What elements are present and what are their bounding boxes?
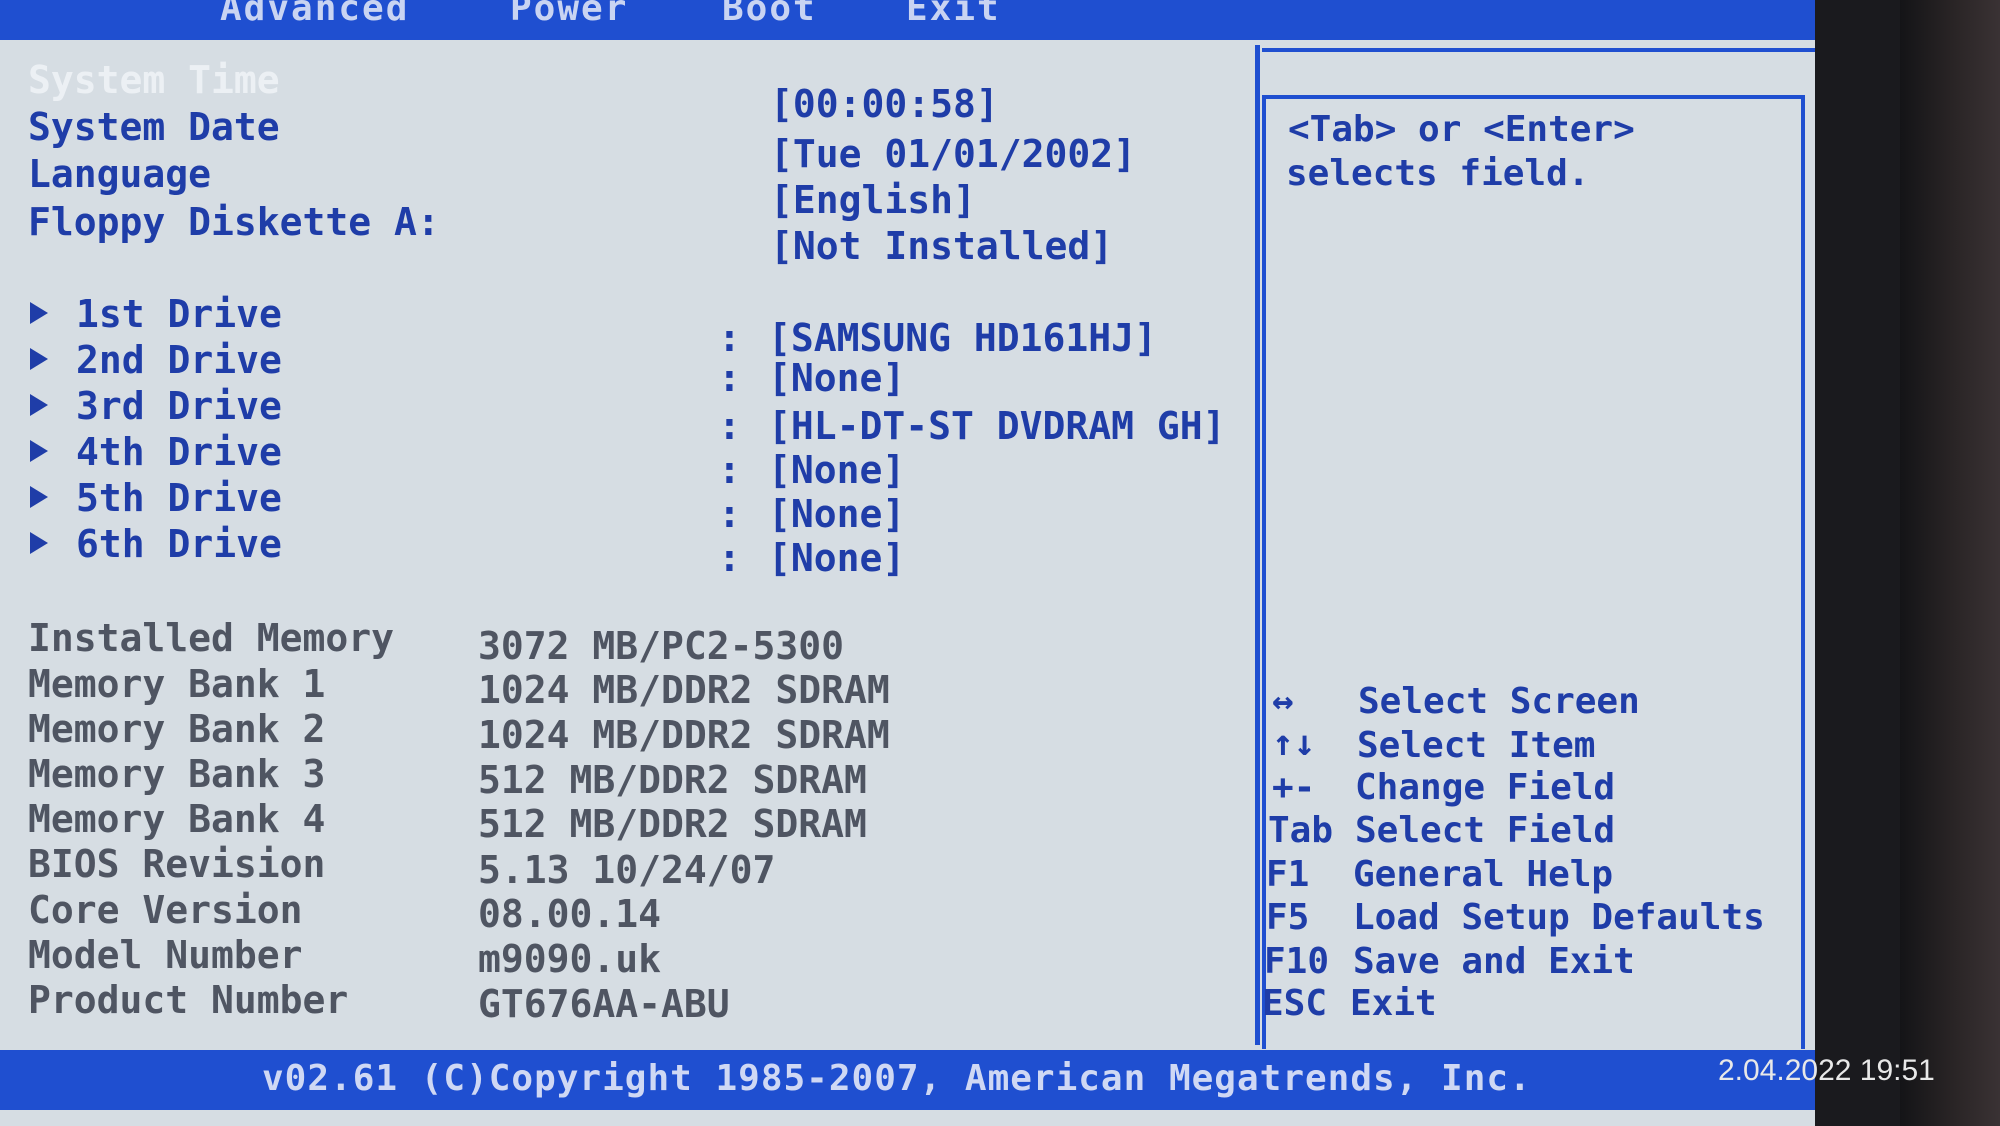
drive-6-label[interactable]: 6th Drive: [76, 522, 282, 566]
drive-1-value: [SAMSUNG HD161HJ]: [768, 316, 1157, 360]
floppy-value[interactable]: [Not Installed]: [770, 224, 1113, 268]
bios-screen: Advanced Power Boot Exit System Time [00…: [0, 0, 1815, 1126]
key-general-help-label: General Help: [1353, 854, 1614, 895]
installed-memory-label: Installed Memory: [28, 616, 395, 660]
key-select-item-label: Select Item: [1357, 725, 1596, 766]
system-date-label[interactable]: System Date: [28, 105, 280, 149]
memory-bank-3-value: 512 MB/DDR2 SDRAM: [478, 758, 867, 802]
language-label[interactable]: Language: [28, 152, 211, 196]
key-esc: ESC: [1262, 983, 1328, 1024]
submenu-arrow-icon: [30, 532, 48, 554]
key-f1: F1: [1266, 854, 1310, 895]
model-number-value: m9090.uk: [478, 937, 662, 981]
monitor-bezel: [1900, 0, 2000, 1126]
drive-4-label[interactable]: 4th Drive: [76, 430, 282, 474]
key-load-defaults-label: Load Setup Defaults: [1353, 897, 1765, 938]
drive-3-value: [HL-DT-ST DVDRAM GH]: [768, 404, 1226, 448]
memory-bank-4-value: 512 MB/DDR2 SDRAM: [478, 802, 867, 846]
help-text-line-1: <Tab> or <Enter>: [1288, 109, 1635, 150]
drive-1-label[interactable]: 1st Drive: [76, 292, 282, 336]
menu-bar: Advanced Power Boot Exit: [0, 0, 1815, 40]
key-save-exit-label: Save and Exit: [1353, 941, 1635, 982]
drive-2-label[interactable]: 2nd Drive: [76, 338, 282, 382]
key-select-screen-label: Select Screen: [1358, 681, 1640, 722]
footer-bar: v02.61 (C)Copyright 1985-2007, American …: [0, 1050, 1815, 1110]
product-number-value: GT676AA-ABU: [478, 982, 730, 1026]
bios-revision-value: 5.13 10/24/07: [478, 848, 776, 892]
drive-4-colon: :: [718, 448, 741, 492]
menu-tab-power[interactable]: Power: [510, 0, 628, 29]
drive-6-value: [None]: [768, 536, 906, 580]
system-time-label[interactable]: System Time: [28, 58, 280, 102]
key-tab: Tab: [1268, 810, 1334, 851]
installed-memory-value: 3072 MB/PC2-5300: [478, 624, 845, 668]
drive-5-label[interactable]: 5th Drive: [76, 476, 282, 520]
drive-6-colon: :: [718, 536, 741, 580]
help-panel-top-border: [1262, 48, 1815, 52]
drive-1-colon: :: [718, 316, 741, 360]
system-time-value[interactable]: [00:00:58]: [770, 82, 999, 126]
key-plus-minus: +-: [1272, 767, 1316, 808]
key-left-right-icon: ↔: [1272, 681, 1294, 722]
product-number-label: Product Number: [28, 978, 349, 1022]
menu-tab-exit[interactable]: Exit: [906, 0, 1001, 29]
language-value[interactable]: [English]: [770, 178, 976, 222]
submenu-arrow-icon: [30, 302, 48, 324]
submenu-arrow-icon: [30, 394, 48, 416]
key-up-down-icon: ↑↓: [1272, 723, 1316, 764]
memory-bank-3-label: Memory Bank 3: [28, 752, 326, 796]
model-number-label: Model Number: [28, 933, 303, 977]
bios-revision-label: BIOS Revision: [28, 842, 326, 886]
core-version-label: Core Version: [28, 888, 303, 932]
drive-5-value: [None]: [768, 492, 906, 536]
key-select-field-label: Select Field: [1355, 810, 1616, 851]
drive-2-colon: :: [718, 356, 741, 400]
memory-bank-4-label: Memory Bank 4: [28, 797, 326, 841]
memory-bank-1-label: Memory Bank 1: [28, 662, 326, 706]
memory-bank-1-value: 1024 MB/DDR2 SDRAM: [478, 668, 890, 712]
drive-5-colon: :: [718, 492, 741, 536]
help-text-line-2: selects field.: [1286, 153, 1590, 194]
submenu-arrow-icon: [30, 348, 48, 370]
menu-tab-advanced[interactable]: Advanced: [220, 0, 409, 29]
memory-bank-2-value: 1024 MB/DDR2 SDRAM: [478, 713, 890, 757]
key-f10: F10: [1264, 941, 1330, 982]
key-exit-label: Exit: [1350, 983, 1437, 1024]
submenu-arrow-icon: [30, 486, 48, 508]
submenu-arrow-icon: [30, 440, 48, 462]
drive-2-value: [None]: [768, 356, 906, 400]
key-change-field-label: Change Field: [1355, 767, 1616, 808]
drive-3-label[interactable]: 3rd Drive: [76, 384, 282, 428]
drive-4-value: [None]: [768, 448, 906, 492]
system-date-value[interactable]: [Tue 01/01/2002]: [770, 132, 1136, 176]
floppy-label[interactable]: Floppy Diskette A:: [28, 200, 440, 244]
key-f5: F5: [1266, 897, 1310, 938]
drive-3-colon: :: [718, 404, 741, 448]
core-version-value: 08.00.14: [478, 892, 662, 936]
menu-tab-boot[interactable]: Boot: [722, 0, 817, 29]
memory-bank-2-label: Memory Bank 2: [28, 707, 326, 751]
photo-timestamp: 2.04.2022 19:51: [1718, 1054, 1935, 1087]
copyright-text: v02.61 (C)Copyright 1985-2007, American …: [262, 1058, 1532, 1099]
